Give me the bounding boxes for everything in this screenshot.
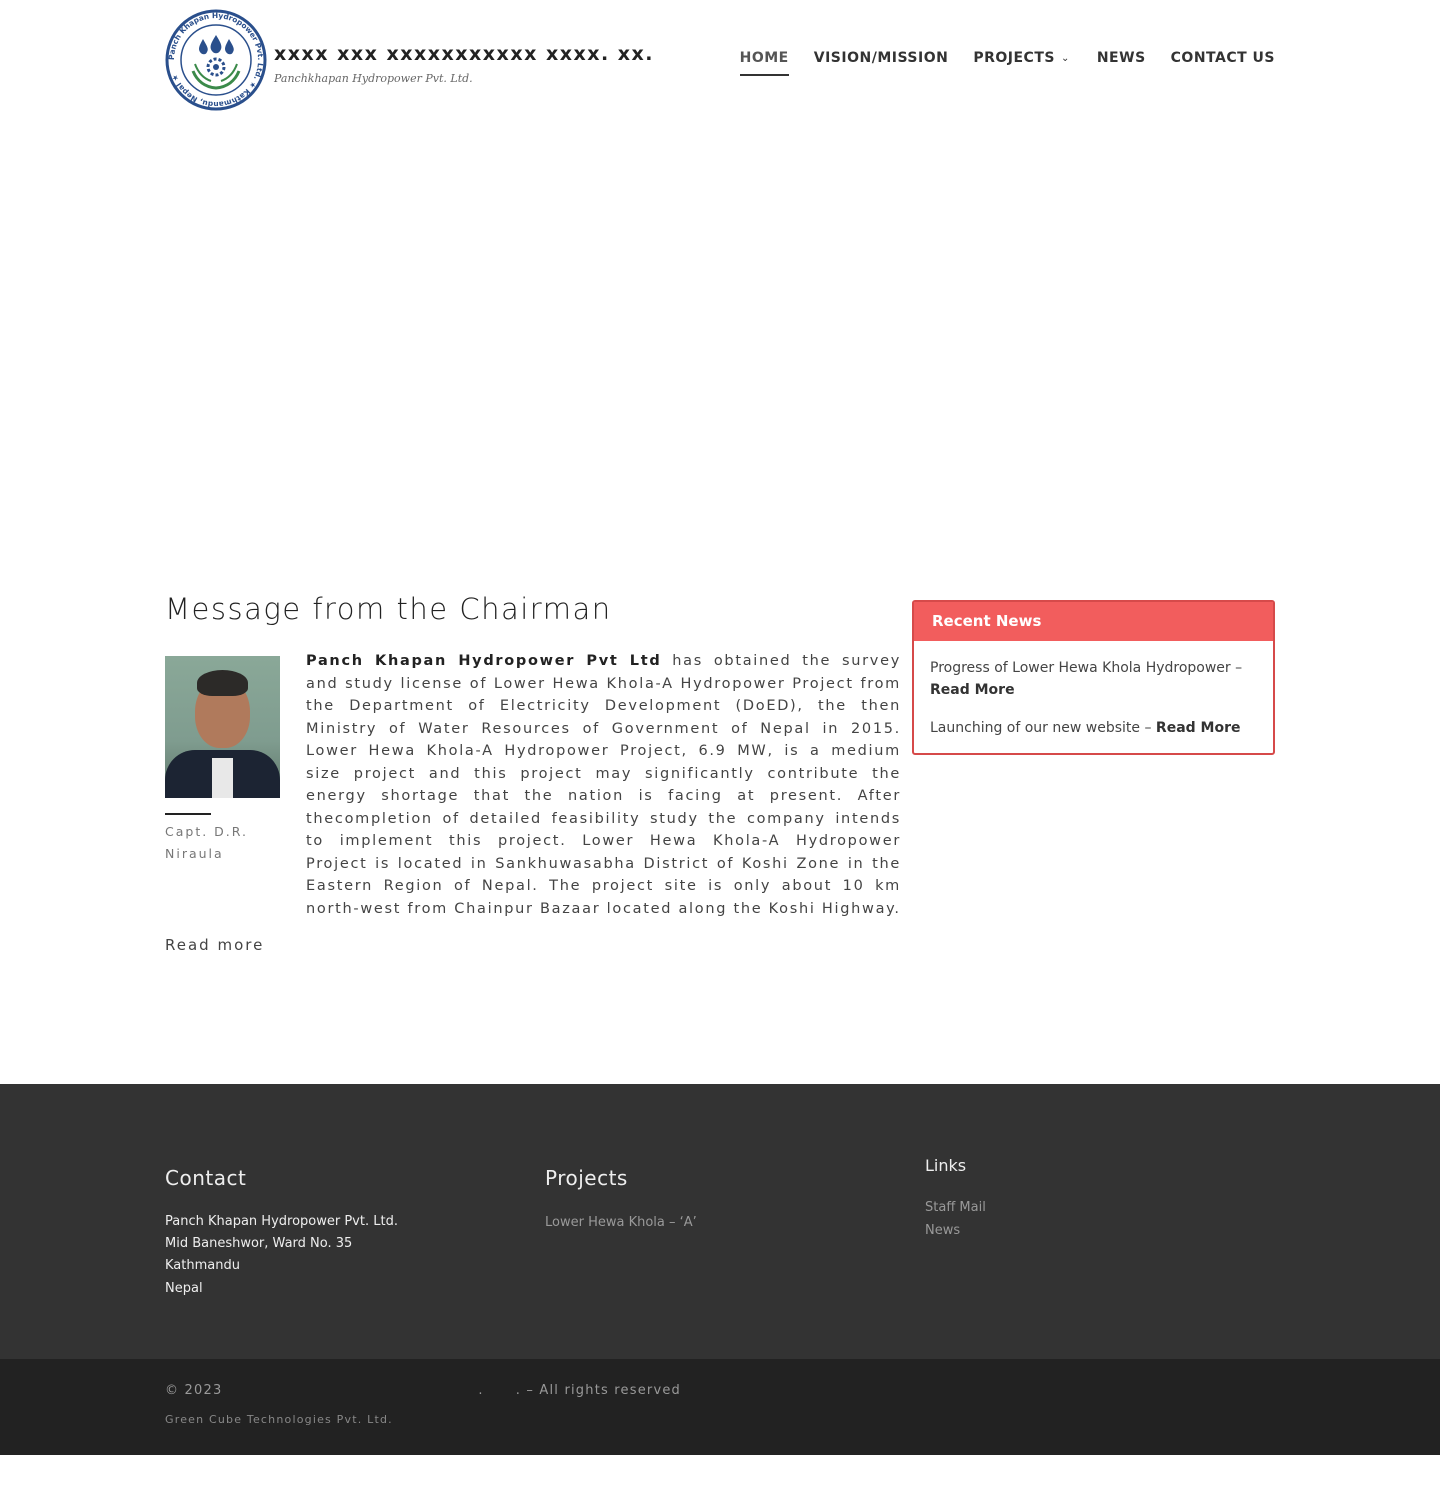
site-title[interactable]: xxxx xxx xxxxxxxxxxx xxxx. xx.: [274, 43, 654, 65]
news-item-text: Progress of Lower Hewa Khola Hydropower …: [930, 660, 1243, 676]
news-read-more-link[interactable]: Read More: [1156, 720, 1241, 736]
footer-projects-title: Projects: [545, 1166, 628, 1190]
recent-news-list: Progress of Lower Hewa Khola Hydropower …: [914, 641, 1273, 739]
footer-contact-line: Nepal: [165, 1281, 203, 1296]
company-logo[interactable]: Panch Khapan Hydropower Pvt. Ltd. ★ Kath…: [165, 9, 267, 111]
news-read-more-link[interactable]: Read More: [930, 682, 1015, 698]
footer-contact-line: Panch Khapan Hydropower Pvt. Ltd.: [165, 1214, 398, 1229]
copyright-bar: [0, 1359, 1440, 1455]
nav-projects-label: PROJECTS: [973, 50, 1055, 66]
footer-links-title: Links: [925, 1156, 967, 1175]
footer-contact-line: Mid Baneshwor, Ward No. 35: [165, 1236, 353, 1251]
chevron-down-icon: ⌄: [1060, 52, 1070, 64]
site-header: Panch Khapan Hydropower Pvt. Ltd. ★ Kath…: [0, 0, 1440, 120]
nav-home-label: HOME: [739, 50, 789, 66]
main-nav: HOME VISION/MISSION PROJECTS ⌄ NEWS CONTA…: [715, 50, 1275, 76]
developer-credit[interactable]: Green Cube Technologies Pvt. Ltd.: [165, 1413, 393, 1426]
footer-news-link[interactable]: News: [925, 1219, 960, 1242]
footer-staff-mail-link[interactable]: Staff Mail: [925, 1196, 986, 1219]
copyright-text: © 2023 . . – All rights reserved: [165, 1383, 682, 1398]
nav-projects[interactable]: PROJECTS ⌄: [973, 50, 1070, 74]
read-more-link[interactable]: Read more: [165, 936, 264, 954]
logo-emblem-icon: Panch Khapan Hydropower Pvt. Ltd. ★ Kath…: [165, 9, 267, 111]
footer-project-link[interactable]: Lower Hewa Khola – ‘A’: [545, 1211, 697, 1234]
news-item: Launching of our new website – Read More: [930, 717, 1257, 739]
site-tagline: Panchkhapan Hydropower Pvt. Ltd.: [274, 72, 473, 85]
recent-news-title: Recent News: [914, 602, 1273, 641]
footer-contact-title: Contact: [165, 1166, 247, 1190]
recent-news-widget: Recent News Progress of Lower Hewa Khola…: [912, 600, 1275, 755]
footer-contact-line: Kathmandu: [165, 1258, 240, 1273]
chairman-photo: [165, 656, 280, 798]
news-item-text: Launching of our new website –: [930, 720, 1152, 736]
nav-news[interactable]: NEWS: [1097, 50, 1146, 74]
chairman-message: Panch Khapan Hydropower Pvt Ltd has obta…: [306, 650, 901, 920]
caption-divider: [165, 813, 211, 815]
nav-news-label: NEWS: [1096, 50, 1146, 66]
nav-contact-us-label: CONTACT US: [1170, 50, 1275, 66]
nav-home[interactable]: HOME: [739, 50, 789, 76]
chairman-name: Capt. D.R. Niraula: [165, 824, 248, 861]
chairman-message-text: has obtained the survey and study licens…: [306, 653, 901, 917]
nav-contact-us[interactable]: CONTACT US: [1171, 50, 1275, 74]
chairman-heading: Message from the Chairman: [165, 592, 612, 626]
nav-vision-mission[interactable]: VISION/MISSION: [814, 50, 949, 74]
nav-vision-mission-label: VISION/MISSION: [813, 50, 949, 66]
news-item: Progress of Lower Hewa Khola Hydropower …: [930, 657, 1257, 701]
company-name-bold: Panch Khapan Hydropower Pvt Ltd: [306, 653, 662, 669]
